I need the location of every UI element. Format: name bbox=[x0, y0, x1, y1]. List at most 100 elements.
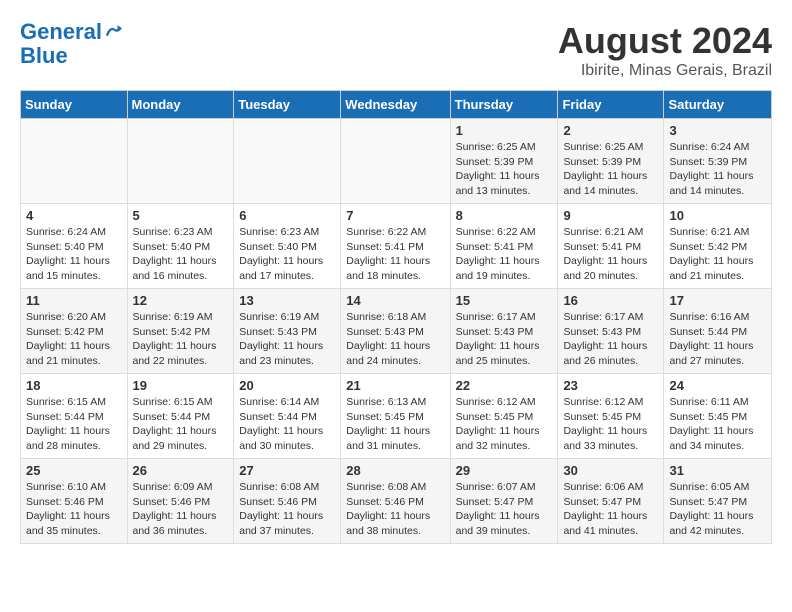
day-info: Sunrise: 6:07 AMSunset: 5:47 PMDaylight:… bbox=[456, 480, 553, 539]
day-number: 22 bbox=[456, 378, 553, 393]
logo-text: General bbox=[20, 20, 102, 44]
title-block: August 2024 Ibirite, Minas Gerais, Brazi… bbox=[558, 20, 772, 80]
day-number: 23 bbox=[563, 378, 658, 393]
day-info: Sunrise: 6:23 AMSunset: 5:40 PMDaylight:… bbox=[239, 225, 335, 284]
calendar-cell: 15Sunrise: 6:17 AMSunset: 5:43 PMDayligh… bbox=[450, 289, 558, 374]
day-info: Sunrise: 6:11 AMSunset: 5:45 PMDaylight:… bbox=[669, 395, 766, 454]
day-number: 2 bbox=[563, 123, 658, 138]
calendar-cell: 13 Sunrise: 6:19 AMSunset: 5:43 PMDayligh… bbox=[234, 289, 341, 374]
month-year-title: August 2024 bbox=[558, 20, 772, 62]
logo: General Blue bbox=[20, 20, 122, 68]
day-info: Sunrise: 6:18 AMSunset: 5:43 PMDaylight:… bbox=[346, 310, 444, 369]
day-number: 28 bbox=[346, 463, 444, 478]
day-info: Sunrise: 6:25 AMSunset: 5:39 PMDaylight:… bbox=[563, 140, 658, 199]
calendar-cell bbox=[21, 119, 128, 204]
day-number: 24 bbox=[669, 378, 766, 393]
calendar-cell: 20 Sunrise: 6:14 AMSunset: 5:44 PMDayligh… bbox=[234, 374, 341, 459]
day-number: 10 bbox=[669, 208, 766, 223]
day-number: 7 bbox=[346, 208, 444, 223]
day-info: Sunrise: 6:19 AMSunset: 5:43 PMDaylight:… bbox=[239, 310, 335, 369]
calendar-cell: 16 Sunrise: 6:17 AMSunset: 5:43 PMDayligh… bbox=[558, 289, 664, 374]
day-info: Sunrise: 6:21 AMSunset: 5:41 PMDaylight:… bbox=[563, 225, 658, 284]
day-header-friday: Friday bbox=[558, 91, 664, 119]
day-number: 8 bbox=[456, 208, 553, 223]
day-number: 27 bbox=[239, 463, 335, 478]
calendar-cell: 19Sunrise: 6:15 AMSunset: 5:44 PMDayligh… bbox=[127, 374, 234, 459]
location-subtitle: Ibirite, Minas Gerais, Brazil bbox=[558, 62, 772, 80]
day-number: 17 bbox=[669, 293, 766, 308]
day-header-wednesday: Wednesday bbox=[341, 91, 450, 119]
calendar-cell: 3Sunrise: 6:24 AMSunset: 5:39 PMDaylight… bbox=[664, 119, 772, 204]
calendar-week-row: 11 Sunrise: 6:20 AMSunset: 5:42 PMDayligh… bbox=[21, 289, 772, 374]
calendar-cell: 31Sunrise: 6:05 AMSunset: 5:47 PMDayligh… bbox=[664, 459, 772, 544]
day-number: 26 bbox=[133, 463, 229, 478]
day-info: Sunrise: 6:17 AMSunset: 5:43 PMDaylight:… bbox=[563, 310, 658, 369]
day-number: 5 bbox=[133, 208, 229, 223]
day-number: 14 bbox=[346, 293, 444, 308]
logo-subtext: Blue bbox=[20, 44, 122, 68]
calendar-cell: 26 Sunrise: 6:09 AMSunset: 5:46 PMDayligh… bbox=[127, 459, 234, 544]
calendar-cell: 14 Sunrise: 6:18 AMSunset: 5:43 PMDayligh… bbox=[341, 289, 450, 374]
calendar-cell: 17 Sunrise: 6:16 AMSunset: 5:44 PMDayligh… bbox=[664, 289, 772, 374]
calendar-cell: 2 Sunrise: 6:25 AMSunset: 5:39 PMDaylight… bbox=[558, 119, 664, 204]
day-number: 30 bbox=[563, 463, 658, 478]
day-number: 4 bbox=[26, 208, 122, 223]
calendar-cell: 12Sunrise: 6:19 AMSunset: 5:42 PMDayligh… bbox=[127, 289, 234, 374]
day-info: Sunrise: 6:24 AMSunset: 5:40 PMDaylight:… bbox=[26, 225, 122, 284]
day-info: Sunrise: 6:08 AMSunset: 5:46 PMDaylight:… bbox=[239, 480, 335, 539]
day-number: 13 bbox=[239, 293, 335, 308]
day-info: Sunrise: 6:19 AMSunset: 5:42 PMDaylight:… bbox=[133, 310, 229, 369]
calendar-cell: 27 Sunrise: 6:08 AMSunset: 5:46 PMDayligh… bbox=[234, 459, 341, 544]
day-info: Sunrise: 6:09 AMSunset: 5:46 PMDaylight:… bbox=[133, 480, 229, 539]
calendar-cell: 24 Sunrise: 6:11 AMSunset: 5:45 PMDayligh… bbox=[664, 374, 772, 459]
calendar-cell: 9 Sunrise: 6:21 AMSunset: 5:41 PMDaylight… bbox=[558, 204, 664, 289]
calendar-cell: 28 Sunrise: 6:08 AMSunset: 5:46 PMDayligh… bbox=[341, 459, 450, 544]
day-number: 21 bbox=[346, 378, 444, 393]
calendar-cell: 25 Sunrise: 6:10 AMSunset: 5:46 PMDayligh… bbox=[21, 459, 128, 544]
calendar-week-row: 1 Sunrise: 6:25 AMSunset: 5:39 PMDaylight… bbox=[21, 119, 772, 204]
day-number: 6 bbox=[239, 208, 335, 223]
calendar-cell: 4 Sunrise: 6:24 AMSunset: 5:40 PMDaylight… bbox=[21, 204, 128, 289]
logo-icon bbox=[104, 23, 122, 41]
calendar-cell: 23Sunrise: 6:12 AMSunset: 5:45 PMDayligh… bbox=[558, 374, 664, 459]
calendar-week-row: 4 Sunrise: 6:24 AMSunset: 5:40 PMDaylight… bbox=[21, 204, 772, 289]
day-info: Sunrise: 6:25 AMSunset: 5:39 PMDaylight:… bbox=[456, 140, 553, 199]
day-header-tuesday: Tuesday bbox=[234, 91, 341, 119]
day-info: Sunrise: 6:06 AMSunset: 5:47 PMDaylight:… bbox=[563, 480, 658, 539]
calendar-cell: 10Sunrise: 6:21 AMSunset: 5:42 PMDayligh… bbox=[664, 204, 772, 289]
day-info: Sunrise: 6:12 AMSunset: 5:45 PMDaylight:… bbox=[456, 395, 553, 454]
day-info: Sunrise: 6:10 AMSunset: 5:46 PMDaylight:… bbox=[26, 480, 122, 539]
calendar-cell: 7 Sunrise: 6:22 AMSunset: 5:41 PMDaylight… bbox=[341, 204, 450, 289]
day-info: Sunrise: 6:20 AMSunset: 5:42 PMDaylight:… bbox=[26, 310, 122, 369]
calendar-week-row: 18Sunrise: 6:15 AMSunset: 5:44 PMDayligh… bbox=[21, 374, 772, 459]
day-info: Sunrise: 6:16 AMSunset: 5:44 PMDaylight:… bbox=[669, 310, 766, 369]
day-info: Sunrise: 6:14 AMSunset: 5:44 PMDaylight:… bbox=[239, 395, 335, 454]
calendar-cell: 21Sunrise: 6:13 AMSunset: 5:45 PMDayligh… bbox=[341, 374, 450, 459]
day-info: Sunrise: 6:23 AMSunset: 5:40 PMDaylight:… bbox=[133, 225, 229, 284]
calendar-cell bbox=[341, 119, 450, 204]
calendar-cell: 11 Sunrise: 6:20 AMSunset: 5:42 PMDayligh… bbox=[21, 289, 128, 374]
calendar-week-row: 25 Sunrise: 6:10 AMSunset: 5:46 PMDayligh… bbox=[21, 459, 772, 544]
day-info: Sunrise: 6:08 AMSunset: 5:46 PMDaylight:… bbox=[346, 480, 444, 539]
day-number: 9 bbox=[563, 208, 658, 223]
calendar-cell bbox=[127, 119, 234, 204]
day-info: Sunrise: 6:22 AMSunset: 5:41 PMDaylight:… bbox=[346, 225, 444, 284]
day-number: 18 bbox=[26, 378, 122, 393]
calendar-cell: 1 Sunrise: 6:25 AMSunset: 5:39 PMDaylight… bbox=[450, 119, 558, 204]
day-info: Sunrise: 6:05 AMSunset: 5:47 PMDaylight:… bbox=[669, 480, 766, 539]
day-number: 3 bbox=[669, 123, 766, 138]
day-number: 25 bbox=[26, 463, 122, 478]
day-number: 1 bbox=[456, 123, 553, 138]
day-header-thursday: Thursday bbox=[450, 91, 558, 119]
day-header-monday: Monday bbox=[127, 91, 234, 119]
day-number: 20 bbox=[239, 378, 335, 393]
day-info: Sunrise: 6:22 AMSunset: 5:41 PMDaylight:… bbox=[456, 225, 553, 284]
day-header-saturday: Saturday bbox=[664, 91, 772, 119]
calendar-cell: 6 Sunrise: 6:23 AMSunset: 5:40 PMDaylight… bbox=[234, 204, 341, 289]
day-number: 16 bbox=[563, 293, 658, 308]
calendar-cell: 8 Sunrise: 6:22 AMSunset: 5:41 PMDaylight… bbox=[450, 204, 558, 289]
day-number: 11 bbox=[26, 293, 122, 308]
day-number: 19 bbox=[133, 378, 229, 393]
day-number: 29 bbox=[456, 463, 553, 478]
day-number: 15 bbox=[456, 293, 553, 308]
